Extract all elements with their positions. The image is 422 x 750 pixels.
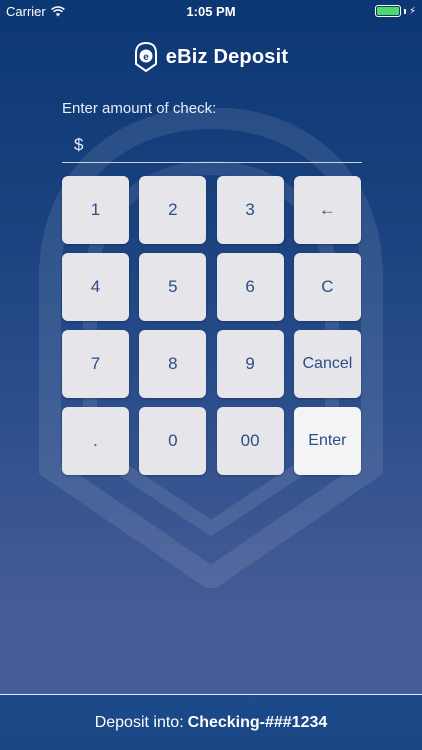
deposit-account-selector[interactable]: Deposit into: Checking-###1234 bbox=[0, 695, 422, 750]
key-6[interactable]: 6 bbox=[216, 253, 284, 321]
key-1[interactable]: 1 bbox=[62, 176, 129, 244]
charging-bolt-icon: ⚡ bbox=[408, 5, 416, 17]
key-4[interactable]: 4 bbox=[62, 253, 129, 321]
key-2[interactable]: 2 bbox=[139, 176, 207, 244]
key-8[interactable]: 8 bbox=[139, 330, 207, 398]
backspace-key[interactable]: ← bbox=[293, 176, 361, 244]
clear-key[interactable]: C bbox=[293, 253, 361, 321]
svg-text:e: e bbox=[143, 52, 149, 63]
app-title: eBiz Deposit bbox=[165, 45, 289, 68]
key-0[interactable]: 0 bbox=[139, 407, 207, 475]
status-bar: Carrier 1:05 PM ⚡ bbox=[0, 0, 422, 22]
key-3[interactable]: 3 bbox=[216, 176, 284, 244]
status-time: 1:05 PM bbox=[186, 4, 236, 19]
cancel-key[interactable]: Cancel bbox=[293, 330, 361, 398]
amount-input[interactable]: $ bbox=[62, 128, 362, 163]
amount-label: Enter amount of check: bbox=[62, 100, 217, 117]
battery-tip bbox=[403, 8, 406, 14]
battery-level bbox=[376, 7, 399, 15]
keypad: 1 2 3 ← 4 5 6 C 7 8 9 Cancel . 0 00 Ente… bbox=[62, 176, 361, 475]
currency-symbol: $ bbox=[74, 135, 84, 154]
battery-icon bbox=[374, 5, 401, 17]
key-5[interactable]: 5 bbox=[139, 253, 207, 321]
ebiz-shield-logo-icon: e bbox=[134, 42, 157, 72]
key-00[interactable]: 00 bbox=[216, 407, 284, 475]
status-right: ⚡ bbox=[374, 5, 416, 17]
decimal-key[interactable]: . bbox=[62, 407, 129, 475]
deposit-into-label: Deposit into: bbox=[94, 713, 184, 731]
app-header: e eBiz Deposit bbox=[0, 40, 422, 74]
key-7[interactable]: 7 bbox=[62, 330, 129, 398]
enter-key[interactable]: Enter bbox=[293, 407, 361, 475]
key-9[interactable]: 9 bbox=[216, 330, 284, 398]
deposit-account-name: Checking-###1234 bbox=[187, 713, 328, 731]
